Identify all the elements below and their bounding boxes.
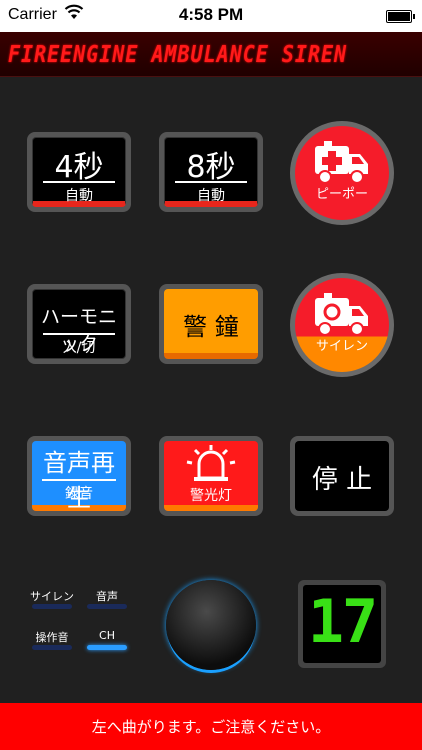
counter-digits: 17 — [307, 587, 378, 657]
auto-8sec-button[interactable]: 8秒 自動 — [159, 132, 263, 212]
auto-8sec-main: 8秒 — [186, 150, 236, 185]
battery-icon — [386, 10, 415, 23]
beacon-light-icon — [186, 445, 236, 481]
op-sound-label[interactable]: 操作音 — [27, 629, 77, 645]
pipo-label: ピーポー — [315, 187, 368, 202]
siren-mode-indicator[interactable] — [32, 604, 72, 609]
voice-mode-indicator[interactable] — [87, 604, 127, 609]
volume-knob[interactable] — [166, 580, 256, 670]
ambulance-siren-icon — [315, 293, 368, 336]
app-title: FIREENGINE AMBULANCE SIREN — [8, 40, 348, 68]
auto-8sec-sub: 自動 — [197, 188, 225, 204]
status-time: 4:58 PM — [178, 5, 244, 24]
channel-counter: 17 — [298, 580, 386, 668]
ambulance-cross-icon — [315, 141, 368, 184]
title-bar: FIREENGINE AMBULANCE SIREN — [0, 32, 422, 77]
alarm-bell-label: 警 鐘 — [183, 313, 239, 341]
warning-light-button[interactable]: 警光灯 — [159, 436, 263, 516]
stop-label: 停 止 — [311, 465, 373, 495]
footer-message: 左へ曲がります。ご注意ください。 — [91, 718, 331, 736]
record-label: 録音 — [65, 486, 93, 502]
voice-mode-label[interactable]: 音声 — [82, 588, 132, 604]
stop-button[interactable]: 停 止 — [290, 436, 394, 516]
siren-label: サイレン — [315, 339, 368, 354]
pipo-siren-button[interactable]: ピーポー — [290, 121, 394, 225]
siren-button[interactable]: サイレン — [290, 273, 394, 377]
status-bar: Carrier 4:58 PM — [0, 0, 422, 32]
channel-label[interactable]: CH — [82, 629, 132, 642]
voice-record-button[interactable]: 音声再生 録音 — [27, 436, 131, 516]
message-footer: 左へ曲がります。ご注意ください。 — [0, 703, 422, 750]
harmonic-sub: 入/切 — [62, 340, 96, 356]
harmonic-toggle-button[interactable]: ハーモニック 入/切 — [27, 284, 131, 364]
warning-light-label: 警光灯 — [190, 488, 232, 504]
channel-indicator[interactable] — [87, 645, 127, 650]
auto-4sec-button[interactable]: 4秒 自動 — [27, 132, 131, 212]
auto-4sec-sub: 自動 — [65, 188, 93, 204]
alarm-bell-button[interactable]: 警 鐘 — [159, 284, 263, 364]
auto-4sec-main: 4秒 — [54, 150, 104, 185]
op-sound-indicator[interactable] — [32, 645, 72, 650]
siren-mode-label[interactable]: サイレン — [27, 588, 77, 604]
